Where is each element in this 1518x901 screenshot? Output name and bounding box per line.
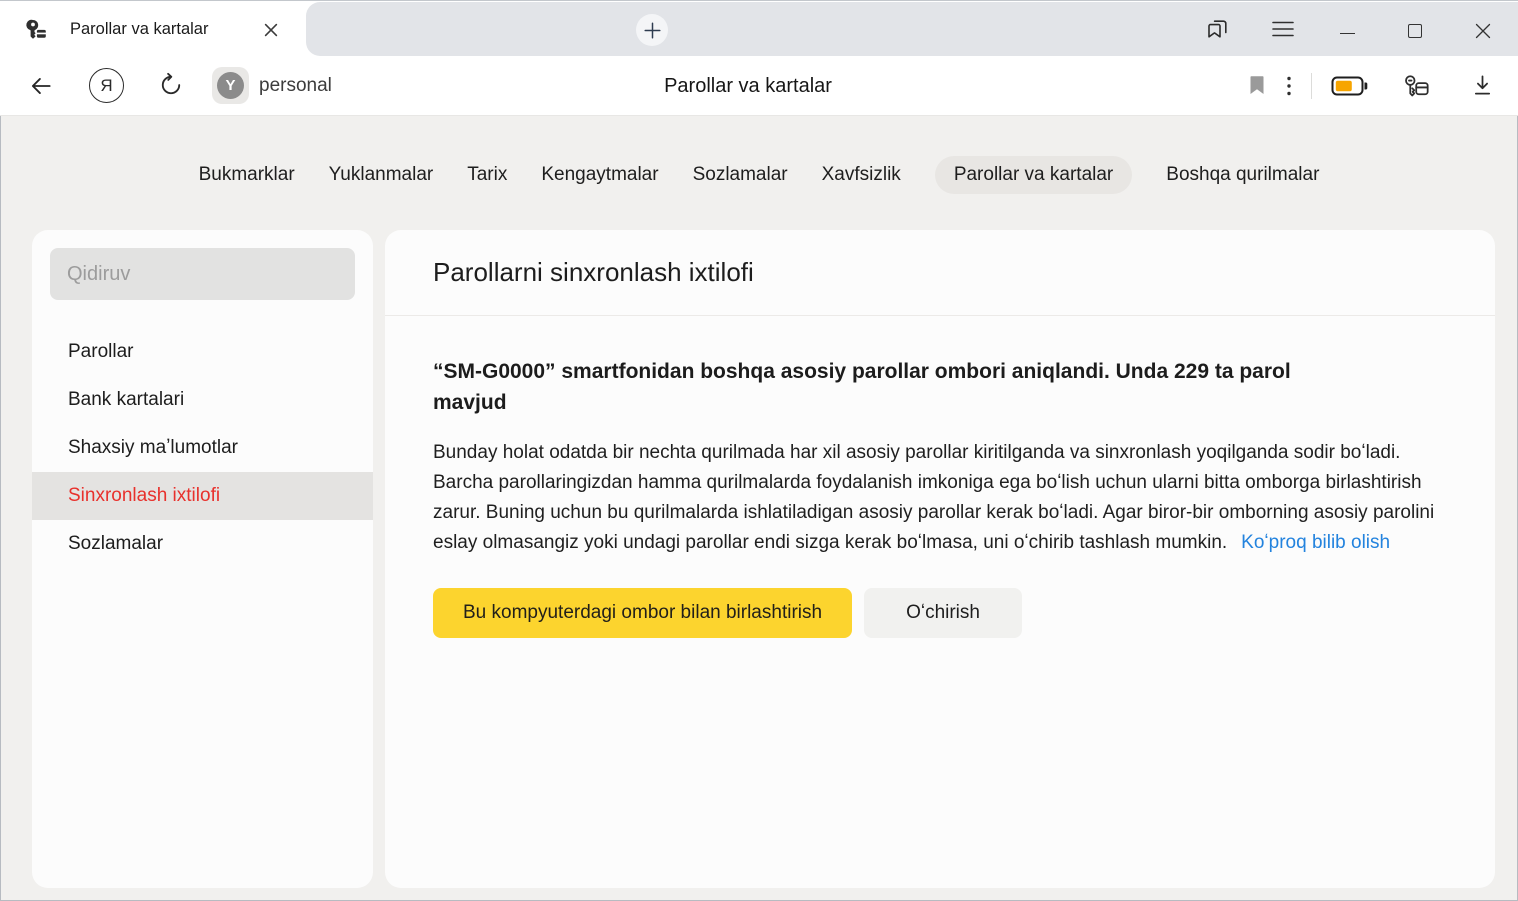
nav-item-history[interactable]: Tarix (467, 156, 507, 194)
tab-strip: Parollar va kartalar (0, 0, 1518, 56)
conflict-heading: “SM-G0000” smartfonidan boshqa asosiy pa… (433, 356, 1363, 418)
battery-icon (1331, 73, 1369, 99)
sidebar-item-label: Parollar (68, 341, 133, 363)
nav-item-downloads[interactable]: Yuklanmalar (329, 156, 434, 194)
window-maximize-button[interactable] (1408, 24, 1422, 38)
profile-badge[interactable]: Y (212, 67, 249, 104)
sidebar-item-label: Bank kartalari (68, 389, 184, 411)
yandex-logo-icon: Я (89, 68, 124, 103)
nav-item-passwords-active[interactable]: Parollar va kartalar (935, 156, 1132, 194)
bookmarks-panel-icon (1206, 17, 1230, 41)
sidebar-search (50, 248, 355, 300)
bookmark-icon (1245, 73, 1269, 97)
new-tab-button[interactable] (636, 14, 668, 46)
sidebar-item-sync-conflict[interactable]: Sinxronlash ixtilofi (32, 472, 373, 520)
nav-item-security[interactable]: Xavfsizlik (822, 156, 901, 194)
sidebar-item-bank-cards[interactable]: Bank kartalari (32, 376, 373, 424)
battery-button[interactable] (1331, 73, 1369, 99)
delete-storage-button[interactable]: Oʻchirish (864, 588, 1022, 638)
settings-nav: Bukmarklar Yuklanmalar Tarix Kengaytmala… (0, 152, 1518, 198)
nav-item-other-devices[interactable]: Boshqa qurilmalar (1166, 156, 1319, 194)
passwords-favicon-icon (24, 18, 48, 42)
toolbar-divider (1311, 73, 1312, 99)
profile-name-label[interactable]: personal (259, 56, 332, 116)
more-options-button[interactable] (1286, 76, 1292, 96)
merge-storage-button[interactable]: Bu kompyuterdagi ombor bilan birlashtiri… (433, 588, 852, 638)
sidebar-menu-button[interactable] (1272, 21, 1294, 37)
sync-conflict-panel: Parollarni sinxronlash ixtilofi “SM-G000… (385, 230, 1495, 888)
password-manager-button[interactable] (1402, 74, 1430, 99)
tab-title: Parollar va kartalar (70, 2, 208, 57)
browser-toolbar: Я Y personal Parollar va kartalar (0, 56, 1518, 116)
sidebar-item-label: Sinxronlash ixtilofi (68, 485, 220, 507)
hamburger-icon (1272, 21, 1294, 37)
download-icon (1470, 73, 1495, 98)
plus-icon (644, 22, 661, 39)
minimize-icon (1340, 33, 1355, 34)
browser-window: Parollar va kartalar (0, 0, 1518, 901)
downloads-button[interactable] (1470, 73, 1495, 98)
nav-item-extensions[interactable]: Kengaytmalar (541, 156, 658, 194)
passwords-sidebar: Parollar Bank kartalari Shaxsiy maʼlumot… (32, 230, 373, 888)
sidebar-item-settings[interactable]: Sozlamalar (32, 520, 373, 568)
panel-header: Parollarni sinxronlash ixtilofi (385, 230, 1495, 316)
tab-strip-background (306, 2, 1518, 56)
yandex-home-button[interactable]: Я (89, 68, 124, 103)
browser-tab[interactable]: Parollar va kartalar (14, 2, 306, 57)
sidebar-item-passwords[interactable]: Parollar (32, 328, 373, 376)
tab-close-icon[interactable] (264, 23, 278, 37)
conflict-description: Bunday holat odatda bir nechta qurilmada… (433, 438, 1438, 558)
nav-item-settings[interactable]: Sozlamalar (693, 156, 788, 194)
window-minimize-button[interactable] (1340, 33, 1355, 34)
panel-body: “SM-G0000” smartfonidan boshqa asosiy pa… (385, 316, 1495, 638)
action-buttons: Bu kompyuterdagi ombor bilan birlashtiri… (433, 588, 1453, 638)
sidebar-search-input[interactable] (50, 248, 355, 300)
back-button[interactable] (28, 73, 54, 99)
window-close-button[interactable] (1475, 23, 1491, 39)
conflict-paragraph-1: Bunday holat odatda bir nechta qurilmada… (433, 442, 1400, 463)
reload-button[interactable] (158, 72, 184, 98)
sidebar-item-label: Sozlamalar (68, 533, 163, 555)
nav-item-bookmarks[interactable]: Bukmarklar (199, 156, 295, 194)
kebab-menu-icon (1286, 76, 1292, 96)
maximize-icon (1408, 24, 1422, 38)
sidebar-list: Parollar Bank kartalari Shaxsiy maʼlumot… (32, 328, 373, 568)
reload-icon (158, 72, 184, 98)
close-icon (1475, 23, 1491, 39)
page-title: Parollar va kartalar (664, 56, 832, 116)
back-arrow-icon (28, 73, 54, 99)
bookmarks-panel-button[interactable] (1206, 17, 1230, 41)
learn-more-link[interactable]: Koʻproq bilib olish (1241, 532, 1390, 553)
sidebar-item-label: Shaxsiy maʼlumotlar (68, 437, 238, 459)
profile-avatar-icon: Y (217, 72, 244, 99)
key-card-icon (1402, 74, 1430, 99)
panel-title: Parollarni sinxronlash ixtilofi (433, 257, 754, 288)
bookmark-button[interactable] (1245, 73, 1269, 97)
sidebar-item-personal-data[interactable]: Shaxsiy maʼlumotlar (32, 424, 373, 472)
